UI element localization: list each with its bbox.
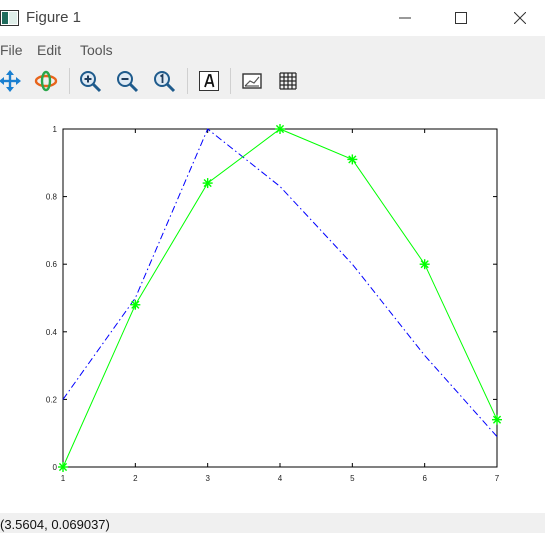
minimize-button[interactable] xyxy=(382,0,428,36)
x-tick-label: 3 xyxy=(205,474,210,483)
y-tick-label: 0.2 xyxy=(46,395,58,404)
pan-icon xyxy=(0,70,21,92)
rotate-icon xyxy=(34,70,58,92)
y-tick-label: 1 xyxy=(53,125,58,134)
rotate-button[interactable] xyxy=(32,67,60,95)
close-icon xyxy=(514,12,526,24)
x-tick-label: 1 xyxy=(61,474,66,483)
zoom-reset-icon xyxy=(154,71,176,93)
zoom-in-icon xyxy=(80,71,102,93)
line-chart[interactable]: 1 2 3 4 5 6 7 0 0.2 0.4 0.6 0.8 1 xyxy=(0,99,545,513)
toolbar xyxy=(0,63,545,99)
insert-text-icon xyxy=(199,71,219,91)
data-point-marker xyxy=(58,462,68,472)
menu-bar: File Edit Tools xyxy=(0,36,545,63)
x-tick-label: 6 xyxy=(422,474,427,483)
toolbar-separator xyxy=(187,68,188,94)
data-point-marker xyxy=(275,124,285,134)
y-tick-label: 0.6 xyxy=(46,260,58,269)
data-point-marker xyxy=(202,178,213,189)
data-point-marker xyxy=(492,414,502,425)
menu-edit[interactable]: Edit xyxy=(37,42,61,58)
toggle-grid-button[interactable] xyxy=(274,67,302,95)
pan-button[interactable] xyxy=(0,67,24,95)
menu-tools[interactable]: Tools xyxy=(80,42,113,58)
window-title: Figure 1 xyxy=(26,9,82,26)
plot-axes-box xyxy=(62,128,498,468)
maximize-icon xyxy=(455,12,467,24)
title-bar: Figure 1 xyxy=(0,0,545,36)
y-tick-label: 0 xyxy=(53,463,58,472)
toggle-grid-icon xyxy=(279,72,297,90)
data-point-marker xyxy=(347,154,358,165)
toolbar-separator xyxy=(69,68,70,94)
close-button[interactable] xyxy=(497,0,543,36)
zoom-reset-button[interactable] xyxy=(150,67,178,95)
y-tick-label: 0.4 xyxy=(46,328,58,337)
toolbar-separator xyxy=(230,68,231,94)
toggle-axes-icon xyxy=(242,73,262,89)
y-tick-label: 0.8 xyxy=(46,193,58,202)
x-tick-label: 2 xyxy=(133,474,138,483)
toggle-axes-button[interactable] xyxy=(238,67,266,95)
data-point-marker xyxy=(130,299,141,310)
status-bar: (3.5604, 0.069037) xyxy=(0,513,545,533)
menu-file[interactable]: File xyxy=(0,42,23,58)
data-point-marker xyxy=(419,259,430,270)
x-tick-label: 7 xyxy=(495,474,500,483)
zoom-out-icon xyxy=(117,71,139,93)
maximize-button[interactable] xyxy=(438,0,484,36)
figure-app-icon xyxy=(0,10,19,26)
figure-canvas[interactable]: 1 2 3 4 5 6 7 0 0.2 0.4 0.6 0.8 1 xyxy=(0,99,545,513)
cursor-coordinates: (3.5604, 0.069037) xyxy=(0,517,110,532)
zoom-out-button[interactable] xyxy=(113,67,141,95)
x-tick-label: 4 xyxy=(278,474,283,483)
x-tick-label: 5 xyxy=(350,474,355,483)
minimize-icon xyxy=(399,17,411,19)
zoom-in-button[interactable] xyxy=(76,67,104,95)
insert-text-button[interactable] xyxy=(195,67,223,95)
